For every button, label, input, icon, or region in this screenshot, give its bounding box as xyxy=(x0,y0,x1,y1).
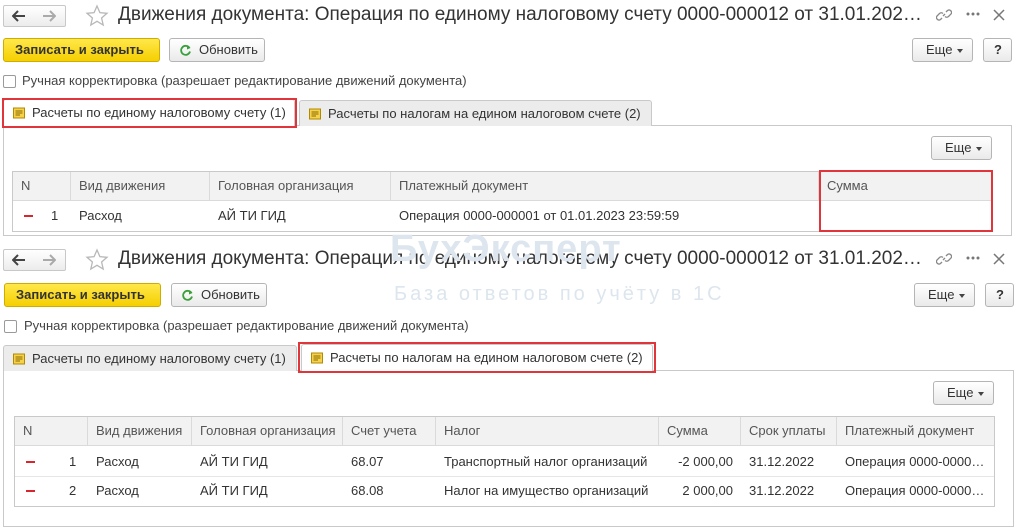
arrow-right-icon xyxy=(43,254,56,266)
column-header-n[interactable]: N xyxy=(13,172,71,201)
cell-tax: Транспортный налог организаций xyxy=(444,454,648,469)
title-bar: Движения документа: Операция по единому … xyxy=(0,0,1017,32)
link-icon[interactable] xyxy=(936,251,952,267)
tab-ens-taxes[interactable]: Расчеты по налогам на едином налоговом с… xyxy=(301,344,653,371)
cell-doc: Операция 0000-0000… xyxy=(845,483,985,498)
arrow-left-icon xyxy=(12,254,25,266)
back-button[interactable] xyxy=(3,249,35,271)
column-header-due[interactable]: Срок уплаты xyxy=(741,417,837,446)
arrow-left-icon xyxy=(12,10,25,22)
register-icon xyxy=(13,353,25,365)
refresh-icon xyxy=(180,44,191,56)
column-header-sum[interactable]: Сумма xyxy=(659,417,741,446)
refresh-button[interactable]: Обновить xyxy=(169,38,265,62)
expense-marker-icon xyxy=(26,490,35,492)
column-header-account[interactable]: Счет учета xyxy=(343,417,436,446)
register-icon xyxy=(309,108,321,120)
panel-more-button[interactable]: Еще xyxy=(933,381,994,405)
chevron-down-icon xyxy=(959,293,966,298)
cell-kind: Расход xyxy=(96,454,139,469)
column-header-sum[interactable]: Сумма xyxy=(819,172,992,201)
window-title: Движения документа: Операция по единому … xyxy=(118,248,922,269)
column-header-org[interactable]: Головная организация xyxy=(192,417,343,446)
panel-more-button[interactable]: Еще xyxy=(931,136,992,160)
cell-account: 68.08 xyxy=(351,483,384,498)
window-title: Движения документа: Операция по единому … xyxy=(118,4,922,25)
cell-org: АЙ ТИ ГИД xyxy=(200,483,268,498)
movements-table[interactable]: N Вид движения Головная организация Плат… xyxy=(12,171,993,232)
cell-org: АЙ ТИ ГИД xyxy=(218,208,286,223)
more-dots-icon[interactable] xyxy=(966,11,980,17)
close-icon[interactable] xyxy=(993,9,1005,21)
manual-edit-checkbox[interactable] xyxy=(4,320,17,333)
cell-kind: Расход xyxy=(79,208,122,223)
cell-n: 1 xyxy=(69,454,77,469)
column-header-n[interactable]: N xyxy=(15,417,88,446)
column-header-tax[interactable]: Налог xyxy=(436,417,659,446)
register-icon xyxy=(13,107,25,119)
cell-n: 2 xyxy=(69,483,77,498)
cell-sum xyxy=(819,201,992,230)
cell-account: 68.07 xyxy=(351,454,384,469)
cell-kind: Расход xyxy=(96,483,139,498)
cell-tax: Налог на имущество организаций xyxy=(444,483,649,498)
register-icon xyxy=(311,352,323,364)
expense-marker-icon xyxy=(26,461,35,463)
chevron-down-icon xyxy=(976,146,983,151)
close-icon[interactable] xyxy=(993,253,1005,265)
refresh-icon xyxy=(182,289,193,301)
more-dots-icon[interactable] xyxy=(966,255,980,261)
tab-ens-settlements[interactable]: Расчеты по единому налоговому счету (1) xyxy=(3,99,295,126)
column-header-kind[interactable]: Вид движения xyxy=(71,172,210,201)
tab-ens-taxes[interactable]: Расчеты по налогам на едином налоговом с… xyxy=(299,100,652,126)
tab-ens-settlements[interactable]: Расчеты по единому налоговому счету (1) xyxy=(3,345,297,371)
manual-edit-label: Ручная корректировка (разрешает редактир… xyxy=(24,318,469,333)
forward-button[interactable] xyxy=(34,5,66,27)
help-button[interactable]: ? xyxy=(983,38,1012,62)
manual-edit-checkbox[interactable] xyxy=(3,75,16,88)
cell-due: 31.12.2022 xyxy=(749,454,815,469)
back-button[interactable] xyxy=(3,5,35,27)
column-header-doc[interactable]: Платежный документ xyxy=(391,172,819,201)
more-menu-button[interactable]: Еще xyxy=(914,283,975,307)
movements-window-1: Движения документа: Операция по единому … xyxy=(0,0,1017,240)
help-button[interactable]: ? xyxy=(985,283,1014,307)
cell-sum: -2 000,00 xyxy=(678,454,733,469)
link-icon[interactable] xyxy=(936,7,952,23)
favorite-star-icon[interactable] xyxy=(85,248,109,272)
refresh-button[interactable]: Обновить xyxy=(171,283,267,307)
cell-due: 31.12.2022 xyxy=(749,483,815,498)
cell-sum: 2 000,00 xyxy=(682,483,733,498)
favorite-star-icon[interactable] xyxy=(85,4,109,28)
chevron-down-icon xyxy=(978,391,985,396)
forward-button[interactable] xyxy=(34,249,66,271)
manual-edit-label: Ручная корректировка (разрешает редактир… xyxy=(22,73,467,88)
save-and-close-button[interactable]: Записать и закрыть xyxy=(3,38,160,62)
tax-movements-table[interactable]: N Вид движения Головная организация Счет… xyxy=(14,416,995,507)
movements-window-2: Движения документа: Операция по единому … xyxy=(0,244,1017,527)
cell-doc: Операция 0000-0000… xyxy=(845,454,985,469)
more-menu-button[interactable]: Еще xyxy=(912,38,973,62)
cell-org: АЙ ТИ ГИД xyxy=(200,454,268,469)
cell-n: 1 xyxy=(51,208,59,223)
arrow-right-icon xyxy=(43,10,56,22)
cell-doc: Операция 0000-000001 от 01.01.2023 23:59… xyxy=(399,208,680,223)
save-and-close-button[interactable]: Записать и закрыть xyxy=(4,283,161,307)
column-header-doc[interactable]: Платежный документ xyxy=(837,417,994,446)
expense-marker-icon xyxy=(24,215,33,217)
column-header-kind[interactable]: Вид движения xyxy=(88,417,192,446)
chevron-down-icon xyxy=(957,48,964,53)
column-header-org[interactable]: Головная организация xyxy=(210,172,391,201)
title-bar: Движения документа: Операция по единому … xyxy=(0,244,1017,276)
